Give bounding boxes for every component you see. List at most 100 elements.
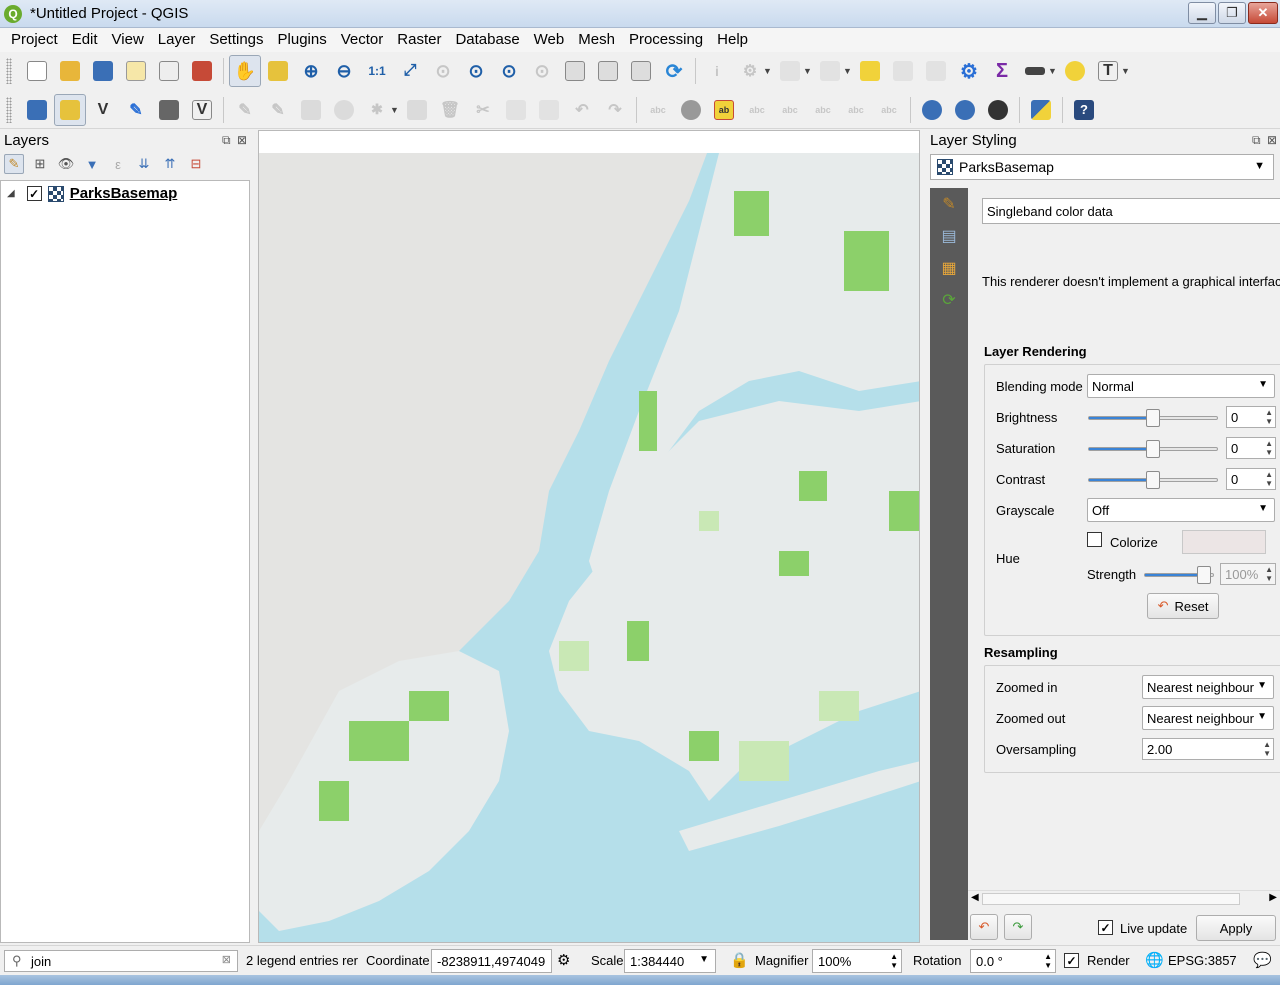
colorize-checkbox[interactable] xyxy=(1087,532,1102,547)
filter-legend-icon[interactable]: ▼ xyxy=(82,154,102,174)
new-temporary-layer-icon[interactable]: V xyxy=(186,94,218,126)
tab-history[interactable]: ⟳ xyxy=(930,284,968,316)
deselect-all-icon[interactable] xyxy=(854,55,886,87)
menu-settings[interactable]: Settings xyxy=(202,28,270,52)
metasearch-2-icon[interactable] xyxy=(949,94,981,126)
vertex-tool-icon[interactable]: ✱ xyxy=(361,94,393,126)
zoom-to-selection-icon[interactable]: ⊙ xyxy=(427,55,459,87)
menu-plugins[interactable]: Plugins xyxy=(271,28,334,52)
renderer-select[interactable]: Singleband color data xyxy=(982,198,1280,224)
new-print-layout-icon[interactable] xyxy=(120,55,152,87)
pan-map-icon[interactable]: ✋ xyxy=(229,55,261,87)
layer-selector[interactable]: ParksBasemap ▼ xyxy=(930,154,1274,180)
zoom-to-layer-icon[interactable]: ⊙ xyxy=(460,55,492,87)
apply-button[interactable]: Apply xyxy=(1196,915,1276,941)
measure-line-icon[interactable] xyxy=(1019,55,1051,87)
rotate-label-icon[interactable]: abc xyxy=(807,94,839,126)
zoom-last-icon[interactable]: ⊙ xyxy=(493,55,525,87)
strength-spinbox[interactable]: 100% ▲ ▼ xyxy=(1220,563,1276,585)
quickmapservices-icon[interactable] xyxy=(982,94,1014,126)
toolbar-grip[interactable] xyxy=(6,58,12,84)
undo-style-button[interactable]: ↶ xyxy=(970,914,998,940)
menu-database[interactable]: Database xyxy=(448,28,526,52)
messages-icon[interactable]: 💬 xyxy=(1253,951,1272,969)
saturation-spinbox[interactable]: 0 ▲ ▼ xyxy=(1226,437,1276,459)
zoom-native-icon[interactable]: 1:1 xyxy=(361,55,393,87)
expand-all-icon[interactable]: ⇊ xyxy=(134,154,154,174)
menu-raster[interactable]: Raster xyxy=(390,28,448,52)
pan-to-selection-icon[interactable] xyxy=(262,55,294,87)
rotation-spinbox[interactable]: 0.0 ° ▲ ▼ xyxy=(970,949,1056,973)
new-shapefile-layer-icon[interactable]: V xyxy=(87,94,119,126)
menu-layer[interactable]: Layer xyxy=(151,28,203,52)
cut-features-icon[interactable]: ✂ xyxy=(467,94,499,126)
zoom-in-icon[interactable]: ⊕ xyxy=(295,55,327,87)
render-checkbox[interactable]: ✓ xyxy=(1064,953,1079,968)
saturation-slider[interactable] xyxy=(1088,440,1218,458)
coordinate-field[interactable]: -8238911,4974049 xyxy=(431,949,552,973)
menu-mesh[interactable]: Mesh xyxy=(571,28,622,52)
globe-icon[interactable]: 🌐 xyxy=(1145,951,1164,969)
add-feature-icon[interactable] xyxy=(328,94,360,126)
statistical-summary-icon[interactable]: Σ xyxy=(986,55,1018,87)
text-annotation-icon[interactable]: T xyxy=(1092,55,1124,87)
grayscale-select[interactable]: Off ▼ xyxy=(1087,498,1275,522)
undo-icon[interactable]: ↶ xyxy=(566,94,598,126)
current-edits-icon[interactable]: ✎ xyxy=(229,94,261,126)
metasearch-icon[interactable] xyxy=(916,94,948,126)
toggle-extents-icon[interactable]: ⚙ xyxy=(557,951,570,969)
menu-project[interactable]: Project xyxy=(4,28,65,52)
zoom-full-icon[interactable]: ⤢ xyxy=(394,55,426,87)
horizontal-scrollbar[interactable]: ◀ ▶ xyxy=(968,890,1280,906)
move-label-icon[interactable]: abc xyxy=(774,94,806,126)
locator-search-input[interactable]: ⚲ join ⊠ xyxy=(4,950,238,972)
save-project-icon[interactable] xyxy=(87,55,119,87)
style-manager-icon[interactable] xyxy=(186,55,218,87)
new-virtual-layer-icon[interactable] xyxy=(153,94,185,126)
brightness-slider[interactable] xyxy=(1088,409,1218,427)
scrollbar-thumb[interactable] xyxy=(982,893,1240,905)
tab-transparency[interactable]: ▤ xyxy=(930,220,968,252)
new-project-icon[interactable] xyxy=(21,55,53,87)
close-button[interactable]: ✕ xyxy=(1248,2,1278,24)
redo-icon[interactable]: ↷ xyxy=(599,94,631,126)
processing-toolbox-icon[interactable]: ⚙ xyxy=(953,55,985,87)
open-attribute-table-icon[interactable] xyxy=(887,55,919,87)
magnifier-spinbox[interactable]: 100% ▲ ▼ xyxy=(812,949,902,973)
strength-slider[interactable] xyxy=(1144,566,1214,584)
layer-row[interactable]: ◢ ✓ ParksBasemap xyxy=(7,185,177,202)
contrast-slider[interactable] xyxy=(1088,471,1218,489)
show-hide-labels-icon[interactable]: abc xyxy=(741,94,773,126)
change-label-icon[interactable]: abc xyxy=(840,94,872,126)
modify-attributes-icon[interactable] xyxy=(401,94,433,126)
brightness-spinbox[interactable]: 0 ▲ ▼ xyxy=(1226,406,1276,428)
oversampling-spinbox[interactable]: 2.00 ▲ ▼ xyxy=(1142,738,1274,760)
toggle-editing-icon[interactable]: ✎ xyxy=(262,94,294,126)
minimize-button[interactable]: ▁ xyxy=(1188,2,1216,24)
refresh-icon[interactable]: ⟳ xyxy=(658,55,690,87)
help-icon[interactable]: ? xyxy=(1068,94,1100,126)
layout-manager-icon[interactable] xyxy=(153,55,185,87)
identify-icon[interactable]: i xyxy=(701,55,733,87)
close-styling-panel-icon[interactable]: ⊠ xyxy=(1267,133,1277,147)
clear-search-icon[interactable]: ⊠ xyxy=(222,953,231,966)
field-calculator-icon[interactable] xyxy=(920,55,952,87)
new-map-view-icon[interactable] xyxy=(559,55,591,87)
open-project-icon[interactable] xyxy=(54,55,86,87)
pin-labels-icon[interactable] xyxy=(675,94,707,126)
menu-vector[interactable]: Vector xyxy=(334,28,391,52)
toolbar-grip-2[interactable] xyxy=(6,96,12,123)
collapse-all-icon[interactable]: ⇈ xyxy=(160,154,180,174)
open-layer-styling-icon[interactable]: ✎ xyxy=(4,154,24,174)
zoomed-out-select[interactable]: Nearest neighbour ▼ xyxy=(1142,706,1274,730)
remove-layer-icon[interactable]: ⊟ xyxy=(186,154,206,174)
menu-help[interactable]: Help xyxy=(710,28,755,52)
add-group-icon[interactable]: ⊞ xyxy=(30,154,50,174)
paste-features-icon[interactable] xyxy=(533,94,565,126)
new-geopackage-layer-icon[interactable] xyxy=(54,93,86,126)
menu-edit[interactable]: Edit xyxy=(65,28,105,52)
menu-processing[interactable]: Processing xyxy=(622,28,710,52)
map-canvas[interactable] xyxy=(258,130,920,943)
new-spatialite-layer-icon[interactable]: ✎ xyxy=(120,94,152,126)
python-console-icon[interactable] xyxy=(1025,94,1057,126)
